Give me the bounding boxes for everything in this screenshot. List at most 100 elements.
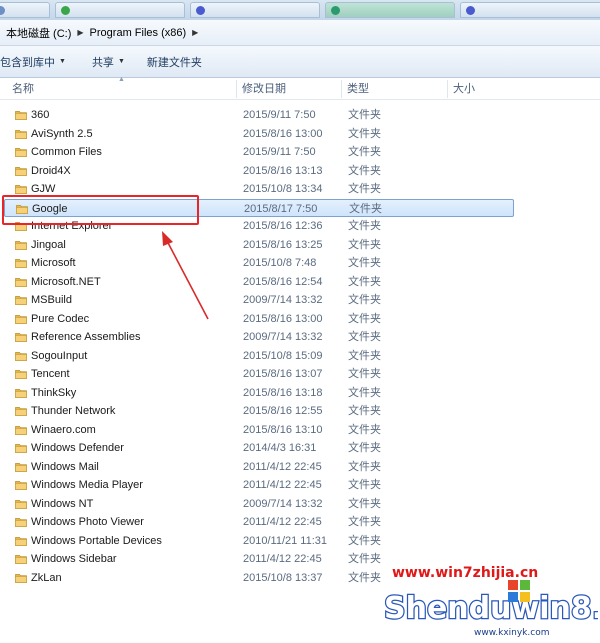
file-date: 2011/4/12 22:45: [243, 553, 322, 565]
file-row[interactable]: Windows Photo Viewer 2011/4/12 22:45 文件夹: [0, 513, 600, 532]
folder-icon: [15, 425, 27, 435]
file-row[interactable]: Winaero.com 2015/8/16 13:10 文件夹: [0, 421, 600, 440]
file-type: 文件夹: [348, 275, 381, 288]
folder-icon: [15, 555, 27, 564]
file-type: 文件夹: [348, 442, 381, 454]
file-date: 2015/10/8 13:34: [243, 183, 323, 195]
folder-icon: [15, 407, 27, 416]
file-name: Pure Codec: [31, 312, 90, 325]
file-date: 2015/8/16 12:55: [243, 405, 323, 417]
file-row[interactable]: Jingoal 2015/8/16 13:25 文件夹: [0, 236, 600, 255]
file-row[interactable]: SogouInput 2015/10/8 15:09 文件夹: [0, 347, 600, 366]
file-row[interactable]: 360 2015/9/11 7:50 文件夹: [0, 106, 600, 125]
file-name: SogouInput: [31, 349, 88, 362]
file-date: 2015/10/8 7:48: [243, 257, 317, 269]
file-row[interactable]: Windows Defender 2014/4/3 16:31 文件夹: [0, 439, 600, 458]
background-tab[interactable]: [460, 2, 600, 18]
file-type: 文件夹: [348, 294, 381, 306]
folder-icon: [15, 481, 27, 490]
file-date: 2009/7/14 13:32: [243, 497, 323, 510]
background-tab[interactable]: [190, 2, 320, 18]
column-header-size[interactable]: 大小: [445, 78, 525, 100]
column-header-date[interactable]: 修改日期: [234, 78, 340, 100]
file-date: 2015/8/16 13:13: [243, 164, 323, 177]
file-row[interactable]: Windows Media Player 2011/4/12 22:45 文件夹: [0, 476, 600, 495]
new-folder-button[interactable]: 新建文件夹: [135, 46, 212, 77]
include-in-library-button[interactable]: 包含到库中 ▼: [0, 46, 76, 77]
new-folder-label: 新建文件夹: [146, 56, 202, 69]
file-row[interactable]: Reference Assemblies 2009/7/14 13:32 文件夹: [0, 328, 600, 347]
file-name: Thunder Network: [31, 405, 116, 417]
file-date: 2015/8/16 13:00: [243, 312, 323, 325]
folder-icon: [15, 518, 27, 527]
chevron-right-icon[interactable]: ▶: [77, 28, 83, 37]
file-date: 2015/9/11 7:50: [243, 146, 316, 158]
column-header-name[interactable]: 名称: [4, 78, 234, 100]
file-name: ThinkSky: [31, 386, 77, 399]
file-type: 文件夹: [348, 516, 381, 528]
breadcrumb-local-disk[interactable]: 本地磁盘 (C:): [6, 25, 71, 41]
folder-icon: [15, 499, 27, 509]
address-bar[interactable]: 本地磁盘 (C:) ▶ Program Files (x86) ▶: [0, 20, 600, 46]
folder-icon: [15, 333, 27, 342]
watermark-logo-text-fill: Shenduwin8.com: [384, 591, 598, 626]
folder-icon: [15, 536, 27, 546]
file-row[interactable]: ThinkSky 2015/8/16 13:18 文件夹: [0, 384, 600, 403]
file-row[interactable]: Thunder Network 2015/8/16 12:55 文件夹: [0, 402, 600, 421]
file-type: 文件夹: [348, 127, 381, 140]
background-tab[interactable]: [325, 2, 455, 18]
chevron-down-icon: ▼: [59, 58, 66, 65]
file-date: 2015/10/8 13:37: [243, 571, 323, 584]
file-type: 文件夹: [348, 349, 381, 362]
file-name: MSBuild: [31, 294, 72, 306]
file-name: Windows Mail: [31, 460, 99, 473]
file-name: Microsoft.NET: [31, 275, 101, 288]
file-type: 文件夹: [348, 497, 381, 510]
file-name: Winaero.com: [31, 423, 96, 436]
share-button[interactable]: 共享 ▼: [76, 46, 135, 77]
file-date: 2015/8/16 13:00: [243, 127, 323, 140]
file-row[interactable]: AviSynth 2.5 2015/8/16 13:00 文件夹: [0, 125, 600, 144]
background-tab[interactable]: [0, 2, 50, 18]
file-type: 文件夹: [348, 312, 381, 325]
column-header-type[interactable]: 类型: [339, 78, 445, 100]
file-name: ZkLan: [31, 571, 62, 584]
folder-icon: [15, 388, 27, 398]
file-date: 2009/7/14 13:32: [243, 331, 323, 343]
file-type: 文件夹: [348, 368, 381, 380]
file-type: 文件夹: [348, 405, 381, 417]
file-row[interactable]: Windows Mail 2011/4/12 22:45 文件夹: [0, 458, 600, 477]
chevron-right-icon[interactable]: ▶: [192, 28, 198, 37]
file-name: Windows Photo Viewer: [31, 516, 144, 528]
share-label: 共享: [91, 56, 114, 69]
file-row[interactable]: Microsoft.NET 2015/8/16 12:54 文件夹: [0, 273, 600, 292]
file-name: Windows Media Player: [31, 479, 143, 491]
file-row[interactable]: Windows Portable Devices 2010/11/21 11:31…: [0, 532, 600, 551]
file-row[interactable]: Windows NT 2009/7/14 13:32 文件夹: [0, 495, 600, 514]
file-row[interactable]: MSBuild 2009/7/14 13:32 文件夹: [0, 291, 600, 310]
background-tab[interactable]: [55, 2, 185, 18]
column-header-row: ▲ 名称 修改日期 类型 大小: [0, 76, 600, 100]
file-name: Reference Assemblies: [31, 331, 141, 343]
file-row[interactable]: Common Files 2015/9/11 7:50 文件夹: [0, 143, 600, 162]
breadcrumb-program-files[interactable]: Program Files (x86): [90, 27, 187, 39]
file-type: 文件夹: [348, 146, 381, 158]
file-type: 文件夹: [348, 183, 381, 195]
folder-icon: [15, 277, 27, 287]
file-date: 2015/8/16 13:18: [243, 386, 323, 399]
folder-icon: [15, 148, 27, 157]
file-type: 文件夹: [348, 164, 381, 177]
file-row[interactable]: Tencent 2015/8/16 13:07 文件夹: [0, 365, 600, 384]
file-date: 2011/4/12 22:45: [243, 479, 322, 491]
file-type: 文件夹: [348, 257, 381, 269]
file-row[interactable]: Microsoft 2015/10/8 7:48 文件夹: [0, 254, 600, 273]
file-row[interactable]: Droid4X 2015/8/16 13:13 文件夹: [0, 162, 600, 181]
file-type: 文件夹: [348, 109, 381, 121]
file-type: 文件夹: [348, 423, 381, 436]
file-date: 2015/10/8 15:09: [243, 349, 323, 362]
file-row[interactable]: Pure Codec 2015/8/16 13:00 文件夹: [0, 310, 600, 329]
file-name: Windows Portable Devices: [31, 534, 162, 547]
file-type: 文件夹: [348, 479, 381, 491]
file-date: 2015/8/17 7:50: [244, 202, 318, 215]
folder-icon: [15, 129, 27, 139]
